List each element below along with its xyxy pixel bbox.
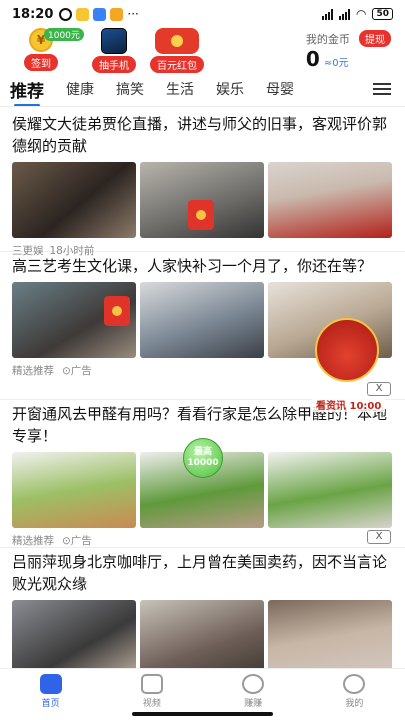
status-time: 18:20 <box>12 6 54 22</box>
app-screen: 18:20 ··· ◠ 50 ¥ 签到 1000元 抽手机 百元红包 我的金币 … <box>0 0 405 720</box>
news-feed[interactable]: 侯耀文大徒弟贾伦直播，讲述与师父的旧事，客观评价郭德纲的贡献 三更娱 18小时前… <box>0 110 405 678</box>
nav-profile-label: 我的 <box>345 699 364 709</box>
checkin-button[interactable]: 签到 <box>24 54 58 71</box>
tab-entertainment[interactable]: 娱乐 <box>216 79 244 99</box>
app-icon-orange <box>110 7 124 21</box>
home-icon <box>39 674 62 694</box>
article-source: 精选推荐 <box>12 534 54 547</box>
article-image[interactable] <box>12 600 136 676</box>
nav-profile[interactable]: 我的 <box>304 669 405 720</box>
user-icon <box>343 674 366 694</box>
article-card[interactable]: 侯耀文大徒弟贾伦直播，讲述与师父的旧事，客观评价郭德纲的贡献 三更娱 18小时前 <box>0 110 405 257</box>
reading-reward-bag[interactable] <box>315 318 379 382</box>
article-image[interactable]: 最高 10000 <box>140 438 264 528</box>
article-image[interactable] <box>140 600 264 676</box>
reward-bubble[interactable]: 最高 10000 <box>183 438 223 478</box>
article-title[interactable]: 侯耀文大徒弟贾伦直播，讲述与师父的旧事，客观评价郭德纲的贡献 <box>12 110 393 157</box>
close-ad-button[interactable]: X <box>367 530 391 544</box>
article-image[interactable] <box>268 600 392 676</box>
tab-life[interactable]: 生活 <box>166 79 194 99</box>
status-bar: 18:20 ··· ◠ 50 <box>0 0 405 28</box>
close-ad-button[interactable]: X <box>367 382 391 396</box>
checkin-badge: 1000元 <box>44 28 84 41</box>
reading-timer-label: 看资讯 10:00 <box>312 397 386 412</box>
article-image[interactable] <box>140 282 264 358</box>
tab-recommend[interactable]: 推荐 <box>10 77 44 107</box>
gold-label: 我的金币 <box>305 33 350 46</box>
article-card[interactable]: 开窗通风去甲醛有用吗？看看行家是怎么除甲醛的！本地专享！ 最高 10000 精选… <box>0 400 405 548</box>
menu-icon[interactable] <box>373 83 391 96</box>
article-images <box>12 162 393 238</box>
phone-icon <box>101 28 127 54</box>
home-indicator[interactable] <box>132 712 273 716</box>
battery-icon: 50 <box>372 8 393 20</box>
nav-home[interactable]: 首页 <box>0 669 101 720</box>
signal-2-icon <box>338 8 350 20</box>
status-right: ◠ 50 <box>321 7 393 21</box>
redpacket-entry[interactable]: 百元红包 <box>150 28 204 73</box>
article-title[interactable]: 高三艺考生文化课，人家快补习一个月了，你还在等？ <box>12 252 393 277</box>
ad-label: ⊙广告 <box>62 364 92 377</box>
tab-funny[interactable]: 搞笑 <box>116 79 144 99</box>
app-icon-yellow <box>76 7 90 21</box>
article-image[interactable] <box>12 452 136 528</box>
nav-earn-label: 赚赚 <box>244 699 263 709</box>
article-image[interactable] <box>12 162 136 238</box>
article-image[interactable] <box>268 162 392 238</box>
wifi-icon: ◠ <box>355 7 367 21</box>
notification-icons: ··· <box>59 7 139 21</box>
article-image[interactable] <box>12 282 136 358</box>
video-icon <box>140 674 163 694</box>
category-tabs: 推荐 健康 搞笑 生活 娱乐 母婴 <box>0 74 405 107</box>
ad-label: ⊙广告 <box>62 534 92 547</box>
app-icon-blue <box>93 7 107 21</box>
red-envelope-icon[interactable] <box>188 200 214 230</box>
article-card[interactable]: 吕丽萍现身北京咖啡厅，上月曾在美国卖药，因不当言论败光观众缘 <box>0 548 405 678</box>
earn-icon <box>242 674 265 694</box>
article-image[interactable] <box>268 452 392 528</box>
alarm-icon <box>59 7 73 21</box>
article-title[interactable]: 吕丽萍现身北京咖啡厅，上月曾在美国卖药，因不当言论败光观众缘 <box>12 548 393 595</box>
lottery-phone-button[interactable]: 抽手机 <box>92 56 136 73</box>
article-source: 精选推荐 <box>12 364 54 377</box>
withdraw-button[interactable]: 提现 <box>359 30 391 47</box>
signal-icon <box>321 8 333 20</box>
tab-divider <box>0 106 405 107</box>
lottery-entry[interactable]: 抽手机 <box>92 28 136 73</box>
article-image[interactable] <box>140 162 264 238</box>
reward-bar: ¥ 签到 1000元 抽手机 百元红包 我的金币 提现 0 ≈0元 <box>0 28 405 73</box>
red-envelope-icon[interactable] <box>104 296 130 326</box>
more-dots-icon: ··· <box>127 7 139 21</box>
gold-yuan: ≈0元 <box>323 58 349 69</box>
gold-count: 0 <box>305 47 320 71</box>
bubble-line-1: 最高 <box>193 447 212 457</box>
gold-panel: 我的金币 提现 0 ≈0元 <box>306 28 391 71</box>
tab-health[interactable]: 健康 <box>66 79 94 99</box>
tab-mother-baby[interactable]: 母婴 <box>266 79 294 99</box>
nav-video-label: 视频 <box>142 699 161 709</box>
bubble-line-2: 10000 <box>187 458 219 468</box>
nav-home-label: 首页 <box>41 699 60 709</box>
article-images: 最高 10000 <box>12 438 393 528</box>
red-packet-icon <box>155 28 199 54</box>
redpacket-button[interactable]: 百元红包 <box>150 56 204 73</box>
article-images <box>12 600 393 676</box>
